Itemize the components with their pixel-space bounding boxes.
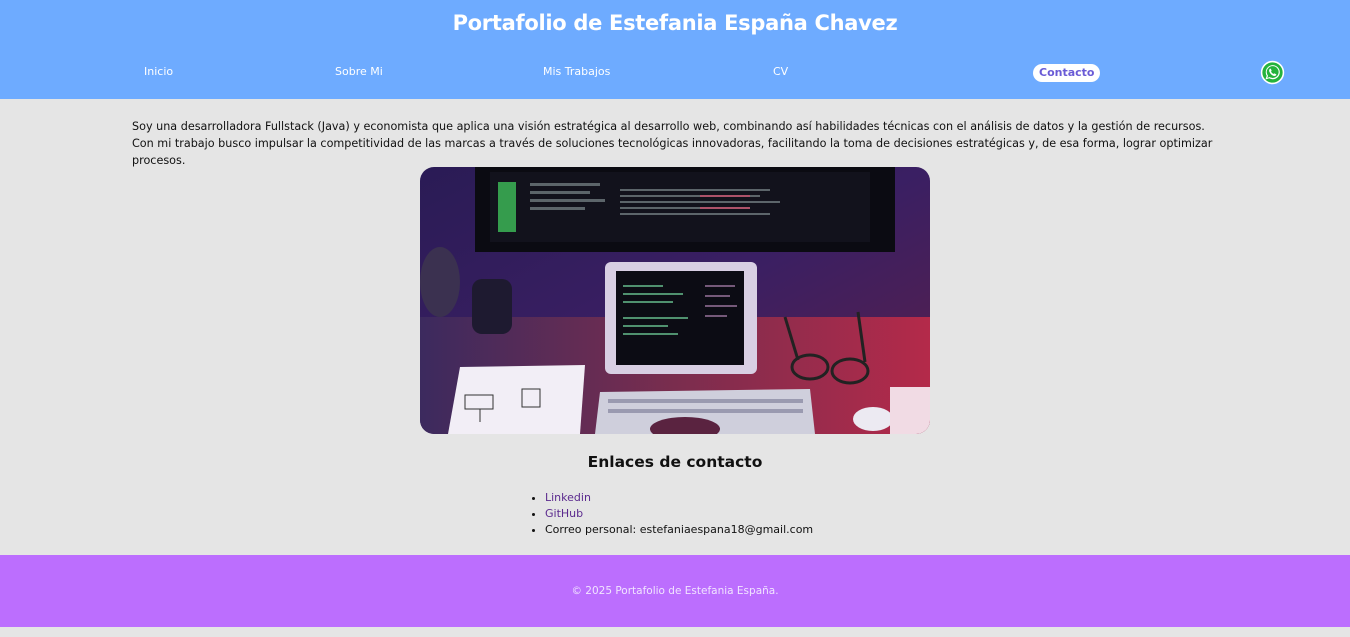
contact-item-github: GitHub [545,506,813,522]
site-title: Portafolio de Estefania España Chavez [452,11,898,35]
github-link[interactable]: GitHub [545,507,583,520]
nav-mis-trabajos[interactable]: Mis Trabajos [543,64,610,80]
site-footer: © 2025 Portafolio de Estefania España. [0,555,1350,627]
hero-image [420,167,930,434]
nav-sobre-mi[interactable]: Sobre Mi [335,64,383,80]
site-header: Portafolio de Estefania España Chavez In… [0,0,1350,99]
nav-inicio[interactable]: Inicio [144,64,173,80]
contact-list: Linkedin GitHub Correo personal: estefan… [545,490,813,538]
nav-contacto[interactable]: Contacto [1033,64,1101,82]
whatsapp-icon[interactable] [1260,60,1285,85]
contact-item-email: Correo personal: estefaniaespana18@gmail… [545,522,813,538]
contact-item-linkedin: Linkedin [545,490,813,506]
copyright-text: © 2025 Portafolio de Estefania España. [571,585,779,597]
linkedin-link[interactable]: Linkedin [545,491,591,504]
main-nav: Inicio Sobre Mi Mis Trabajos CV Contacto [0,62,1350,84]
contact-heading: Enlaces de contacto [587,453,763,471]
intro-paragraph: Soy una desarrolladora Fullstack (Java) … [132,120,1213,167]
nav-cv[interactable]: CV [773,64,788,80]
